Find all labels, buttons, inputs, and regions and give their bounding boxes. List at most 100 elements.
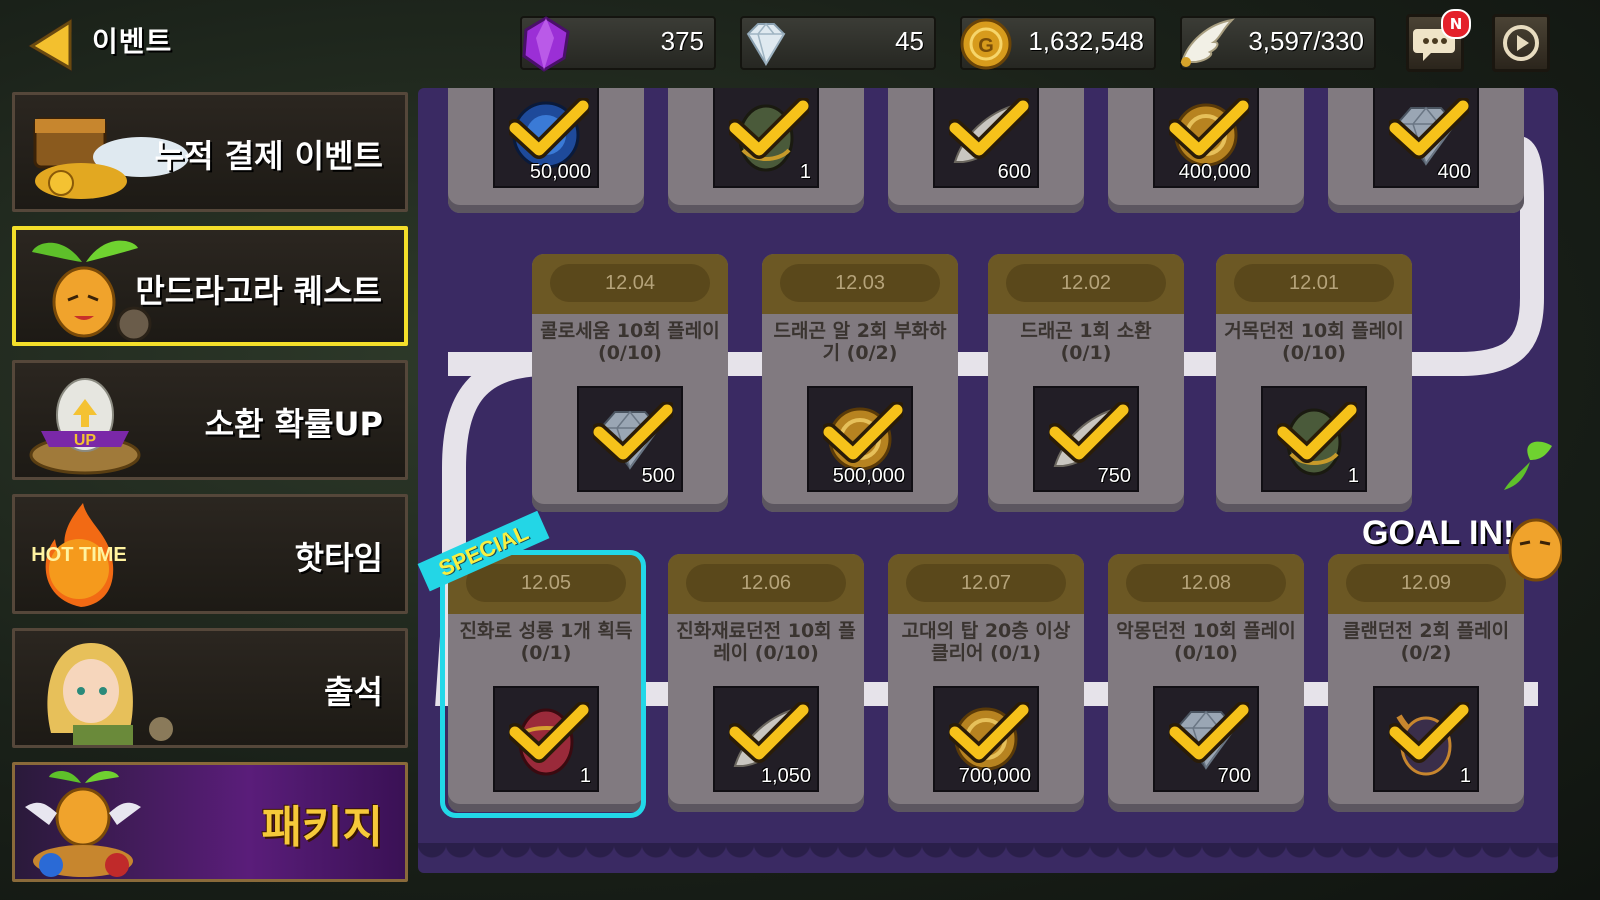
quest-description: 콜로세움 10회 플레이 (0/10) xyxy=(540,320,720,364)
page-title: 이벤트 xyxy=(92,25,173,58)
completed-quest-card[interactable]: 400 xyxy=(1328,88,1524,213)
quest-button[interactable] xyxy=(1492,14,1550,72)
reward-slot[interactable]: 1,050 xyxy=(713,686,819,792)
quest-date: 12.02 xyxy=(1006,264,1166,302)
completed-quest-card[interactable]: 600 xyxy=(888,88,1084,213)
reward-slot[interactable]: 1 xyxy=(1373,686,1479,792)
hot-time-text: HOT TIME xyxy=(31,544,127,566)
flame-icon: HOT TIME xyxy=(31,503,127,607)
chat-button[interactable]: N xyxy=(1406,9,1471,72)
reward-slot[interactable]: 500,000 xyxy=(807,386,913,492)
reward-slot[interactable]: 600 xyxy=(933,88,1039,188)
quest-card-header: 12.01 xyxy=(1216,254,1412,314)
check-icon xyxy=(1049,402,1129,463)
menu-cumulative-payment[interactable]: 누적 결제 이벤트 xyxy=(12,92,408,212)
gold-coin-icon: G xyxy=(960,18,1012,70)
diamond-value: 45 xyxy=(895,26,924,56)
reward-quantity: 600 xyxy=(997,161,1031,183)
stamina-value: 3,597/330 xyxy=(1248,26,1364,56)
egg-nest-icon: UP xyxy=(29,378,141,475)
check-icon xyxy=(949,98,1029,159)
reward-quantity: 50,000 xyxy=(529,161,591,183)
reward-quantity: 1,050 xyxy=(760,765,811,787)
quest-date: 12.09 xyxy=(1346,564,1506,602)
reward-quantity: 700,000 xyxy=(958,765,1031,787)
quest-card[interactable]: 12.08 악몽던전 10회 플레이 (0/10) 700 xyxy=(1108,554,1304,812)
quest-description: 고대의 탑 20층 이상 클리어 (0/1) xyxy=(901,620,1071,664)
quest-description: 클랜던전 2회 플레이 (0/2) xyxy=(1342,620,1510,664)
reward-slot[interactable]: 1 xyxy=(713,88,819,188)
special-highlight xyxy=(440,550,646,818)
quest-date: 12.08 xyxy=(1126,564,1286,602)
reward-slot[interactable]: 700,000 xyxy=(933,686,1039,792)
stamina-counter: 3,597/330 xyxy=(1180,16,1376,70)
check-icon xyxy=(949,702,1029,763)
reward-slot[interactable]: 400,000 xyxy=(1153,88,1259,188)
quest-card-header: 12.04 xyxy=(532,254,728,314)
wing-icon xyxy=(1180,18,1235,67)
up-text: UP xyxy=(74,432,97,449)
menu-mandragora-quest[interactable]: 만드라고라 퀘스트 xyxy=(12,226,408,346)
menu-package[interactable]: 패키지 xyxy=(12,762,408,882)
check-icon xyxy=(729,98,809,159)
reward-quantity: 500,000 xyxy=(832,465,905,487)
svg-text:G: G xyxy=(978,35,994,57)
gold-counter: G 1,632,548 xyxy=(960,16,1156,70)
reward-slot[interactable]: 500 xyxy=(577,386,683,492)
menu-label: 출석 xyxy=(324,673,383,711)
check-icon xyxy=(1169,98,1249,159)
menu-hot-time[interactable]: HOT TIME 핫타임 xyxy=(12,494,408,614)
completed-quest-card[interactable]: 1 xyxy=(668,88,864,213)
check-icon xyxy=(729,702,809,763)
quest-card-header: 12.02 xyxy=(988,254,1184,314)
reward-slot[interactable]: 1 xyxy=(1261,386,1367,492)
quest-card[interactable]: 12.02 드래곤 1회 소환 (0/1) 750 xyxy=(988,254,1184,512)
gold-value: 1,632,548 xyxy=(1028,26,1144,56)
check-icon xyxy=(509,98,589,159)
quest-card[interactable]: 12.01 거목던전 10회 플레이 (0/10) 1 xyxy=(1216,254,1412,512)
quest-date: 12.01 xyxy=(1234,264,1394,302)
reward-slot[interactable]: 400 xyxy=(1373,88,1479,188)
check-icon xyxy=(1389,98,1469,159)
quest-card-header: 12.06 xyxy=(668,554,864,614)
check-icon xyxy=(823,402,903,463)
quest-card[interactable]: 12.04 콜로세움 10회 플레이 (0/10) 500 xyxy=(532,254,728,512)
quest-date: 12.06 xyxy=(686,564,846,602)
menu-label: 소환 확률UP xyxy=(204,405,383,443)
quest-card[interactable]: 12.06 진화재료던전 10회 플레이 (0/10) 1,050 xyxy=(668,554,864,812)
reward-quantity: 500 xyxy=(641,465,675,487)
gem-value: 375 xyxy=(660,26,704,56)
quest-card[interactable]: 12.07 고대의 탑 20층 이상 클리어 (0/1) 700,000 xyxy=(888,554,1084,812)
mandragora-mascot-icon xyxy=(1504,441,1562,582)
reward-slot[interactable]: 50,000 xyxy=(493,88,599,188)
menu-label: 핫타임 xyxy=(294,539,383,577)
quest-date: 12.04 xyxy=(550,264,710,302)
quest-card-header: 12.03 xyxy=(762,254,958,314)
menu-summon-rate-up[interactable]: UP 소환 확률UP xyxy=(12,360,408,480)
completed-quest-card[interactable]: 50,000 xyxy=(448,88,644,213)
quest-card[interactable]: 12.09 클랜던전 2회 플레이 (0/2) 1 xyxy=(1328,554,1524,812)
quest-date: 12.07 xyxy=(906,564,1066,602)
quest-description: 드래곤 알 2회 부화하기 (0/2) xyxy=(773,320,947,364)
purple-gem-icon xyxy=(522,16,570,72)
reward-slot[interactable]: 750 xyxy=(1033,386,1139,492)
reward-quantity: 400 xyxy=(1437,161,1471,183)
reward-quantity: 400,000 xyxy=(1178,161,1251,183)
notification-badge: N xyxy=(1441,9,1471,39)
quest-description: 악몽던전 10회 플레이 (0/10) xyxy=(1116,620,1296,664)
reward-quantity: 750 xyxy=(1097,465,1131,487)
quest-description: 드래곤 1회 소환 (0/1) xyxy=(1020,320,1152,364)
quest-card[interactable]: 12.03 드래곤 알 2회 부화하기 (0/2) 500,000 xyxy=(762,254,958,512)
menu-attendance[interactable]: 출석 xyxy=(12,628,408,748)
quest-date: 12.03 xyxy=(780,264,940,302)
diamond-icon xyxy=(746,22,786,66)
back-button[interactable] xyxy=(20,14,80,74)
menu-label: 패키지 xyxy=(261,802,383,853)
check-icon xyxy=(593,402,673,463)
reward-slot[interactable]: 700 xyxy=(1153,686,1259,792)
completed-quest-card[interactable]: 400,000 xyxy=(1108,88,1304,213)
diamond-counter: 45 xyxy=(740,16,936,70)
menu-label: 누적 결제 이벤트 xyxy=(154,137,383,175)
check-icon xyxy=(1169,702,1249,763)
quest-card-header: 12.08 xyxy=(1108,554,1304,614)
